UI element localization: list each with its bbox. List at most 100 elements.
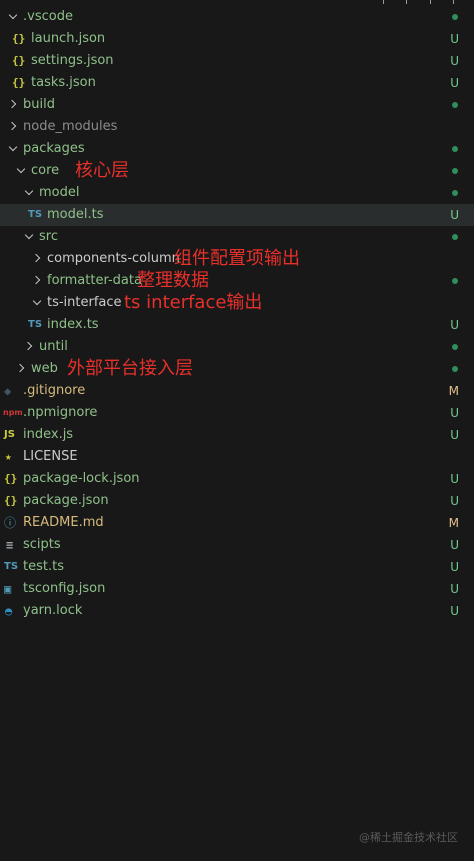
chevron-right-icon [16, 358, 28, 380]
typescript-icon: TS [28, 319, 43, 330]
info-icon: ⓘ [4, 516, 17, 530]
tree-folder-web[interactable]: web 外部平台接入层 [0, 358, 474, 380]
yarn-icon: ◓ [5, 604, 13, 618]
license-icon: ★ [5, 450, 12, 463]
tree-file-test-ts[interactable]: TS test.ts U [0, 556, 474, 578]
annotation-web: 外部平台接入层 [67, 358, 193, 379]
tree-file-tasks-json[interactable]: {} tasks.json U [0, 72, 474, 94]
tree-file-settings-json[interactable]: {} settings.json U [0, 50, 474, 72]
json-icon: {} [4, 494, 18, 507]
status-dot [452, 278, 458, 284]
npm-icon: npm [3, 408, 23, 417]
status-badge: U [450, 76, 459, 90]
json-icon: {} [12, 76, 26, 89]
file-label: .gitignore [23, 383, 86, 398]
tree-file-index-ts[interactable]: TS index.ts U [0, 314, 474, 336]
toolbar-tick [406, 0, 407, 4]
tree-folder-until[interactable]: until [0, 336, 474, 358]
annotation-ts-interface: ts interface输出 [124, 292, 263, 313]
folder-label: .vscode [23, 9, 73, 24]
chevron-right-icon [32, 270, 44, 292]
tree-folder-build[interactable]: build [0, 94, 474, 116]
git-icon: ◆ [4, 384, 12, 398]
status-dot [452, 168, 458, 174]
chevron-down-icon [24, 226, 36, 248]
tree-file-yarn-lock[interactable]: ◓ yarn.lock U [0, 600, 474, 622]
status-badge: U [450, 406, 459, 420]
tree-folder-vscode[interactable]: .vscode [0, 6, 474, 28]
annotation-formatter: 整理数据 [137, 270, 209, 291]
tree-file-npmignore[interactable]: npm .npmignore U [0, 402, 474, 424]
folder-label: model [39, 185, 80, 200]
tree-file-package-json[interactable]: {} package.json U [0, 490, 474, 512]
status-dot [452, 366, 458, 372]
status-dot [452, 146, 458, 152]
tree-folder-src[interactable]: src [0, 226, 474, 248]
tree-file-tsconfig-json[interactable]: ▣ tsconfig.json U [0, 578, 474, 600]
chevron-right-icon [8, 116, 20, 138]
chevron-down-icon [24, 182, 36, 204]
explorer-tree: .vscode {} launch.json U {} settings.jso… [0, 6, 474, 622]
tree-folder-components-column[interactable]: components-column 组件配置项输出 [0, 248, 474, 270]
tree-folder-model[interactable]: model [0, 182, 474, 204]
file-label: LICENSE [23, 449, 78, 464]
file-label: scipts [23, 537, 61, 552]
folder-label: node_modules [23, 119, 118, 134]
file-label: package-lock.json [23, 471, 140, 486]
tree-folder-ts-interface[interactable]: ts-interface ts interface输出 [0, 292, 474, 314]
chevron-down-icon [8, 6, 20, 28]
folder-label: build [23, 97, 55, 112]
status-badge: U [450, 538, 459, 552]
tree-file-readme[interactable]: ⓘ README.md M [0, 512, 474, 534]
file-label: package.json [23, 493, 109, 508]
watermark: @稀土掘金技术社区 [359, 831, 458, 844]
folder-label: src [39, 229, 58, 244]
typescript-icon: TS [28, 209, 43, 220]
status-badge: U [450, 472, 459, 486]
status-dot [452, 234, 458, 240]
chevron-down-icon [8, 138, 20, 160]
status-badge: U [450, 318, 459, 332]
file-label: yarn.lock [23, 603, 83, 618]
status-badge: U [450, 32, 459, 46]
file-label: .npmignore [23, 405, 98, 420]
tree-file-package-lock-json[interactable]: {} package-lock.json U [0, 468, 474, 490]
status-badge: M [448, 384, 459, 398]
chevron-right-icon [24, 336, 36, 358]
json-icon: {} [4, 472, 18, 485]
tree-file-scipts[interactable]: ≡ scipts U [0, 534, 474, 556]
file-label: settings.json [31, 53, 114, 68]
tree-file-license[interactable]: ★ LICENSE [0, 446, 474, 468]
file-label: index.ts [47, 317, 99, 332]
tree-file-index-js[interactable]: JS index.js U [0, 424, 474, 446]
folder-label: web [31, 361, 58, 376]
folder-label: ts-interface [47, 295, 122, 310]
tree-folder-packages[interactable]: packages [0, 138, 474, 160]
status-badge: U [450, 494, 459, 508]
status-badge: U [450, 560, 459, 574]
file-label: tasks.json [31, 75, 96, 90]
tree-folder-node-modules[interactable]: node_modules [0, 116, 474, 138]
toolbar-tick [453, 0, 454, 4]
file-label: README.md [23, 515, 104, 530]
tree-folder-formatter-data[interactable]: formatter-data 整理数据 [0, 270, 474, 292]
status-badge: U [450, 54, 459, 68]
folder-label: formatter-data [47, 273, 142, 288]
tree-file-launch-json[interactable]: {} launch.json U [0, 28, 474, 50]
file-label: test.ts [23, 559, 64, 574]
lines-icon: ≡ [6, 538, 14, 552]
tree-file-gitignore[interactable]: ◆ .gitignore M [0, 380, 474, 402]
file-label: launch.json [31, 31, 106, 46]
tree-folder-core[interactable]: core 核心层 [0, 160, 474, 182]
status-dot [452, 190, 458, 196]
status-badge: U [450, 604, 459, 618]
status-badge: M [448, 516, 459, 530]
status-badge: U [450, 582, 459, 596]
folder-label: core [31, 163, 60, 178]
toolbar-tick [430, 0, 431, 4]
chevron-down-icon [32, 292, 44, 314]
status-dot [452, 344, 458, 350]
tree-file-model-ts[interactable]: TS model.ts U [0, 204, 474, 226]
annotation-core: 核心层 [75, 160, 129, 181]
tsconfig-icon: ▣ [4, 582, 12, 596]
